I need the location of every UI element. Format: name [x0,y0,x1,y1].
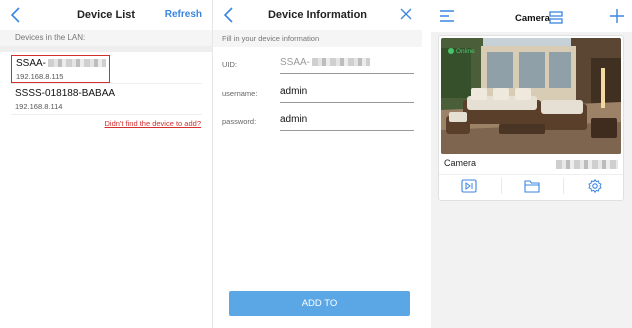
section-divider [0,46,212,52]
add-to-button[interactable]: ADD TO [229,291,410,316]
device-ip: 192.168.8.115 [16,72,64,81]
device-item-selected[interactable]: SSAA- 192.168.8.115 [11,55,110,83]
password-field[interactable]: admin [280,111,414,131]
device-name: SSSS-018188-BABAA [15,88,116,99]
page-title: Camera [515,13,550,24]
lan-section-label: Devices in the LAN: [0,30,212,46]
username-label: username: [222,89,258,98]
settings-icon[interactable] [587,179,603,193]
not-found-link[interactable]: Didn't find the device to add? [105,119,202,128]
device-info-panel: Device Information Fill in your device i… [213,0,422,328]
panel-divider [422,0,431,328]
device-ip: 192.168.8.114 [15,102,63,111]
uid-field[interactable]: SSAA- [280,54,414,74]
playback-icon[interactable] [461,179,477,193]
action-divider [563,178,564,194]
page-title: Device Information [267,9,368,21]
uid-row: UID: SSAA- [213,54,422,74]
camera-thumbnail[interactable]: Online [441,38,621,154]
menu-icon[interactable] [440,10,454,22]
redacted-uid [312,58,371,67]
device-name: SSAA- [16,58,107,69]
device-info-header: Device Information [213,0,422,30]
device-list-panel: Device List Refresh Devices in the LAN: … [0,0,212,328]
camera-card[interactable]: Online Camera [438,35,624,201]
status-badge: Online [448,48,475,55]
list-divider [11,114,202,115]
redacted-uid [556,160,618,169]
password-row: password: admin [213,111,422,131]
refresh-button[interactable]: Refresh [165,9,202,20]
camera-header: Camera [431,0,632,32]
list-divider [11,83,202,84]
fill-info-label: Fill in your device information [213,30,422,47]
camera-name: Camera [444,158,477,168]
uid-label: UID: [222,60,237,69]
password-label: password: [222,117,257,126]
online-dot-icon [448,48,454,54]
username-row: username: admin [213,83,422,103]
camera-panel: Camera Online Camera [431,0,632,328]
patio-image [441,38,621,154]
device-item[interactable]: SSSS-018188-BABAA 192.168.8.114 [11,86,201,114]
card-divider [439,174,623,175]
redacted-uid [48,59,107,68]
folder-icon[interactable] [524,179,540,193]
username-field[interactable]: admin [280,83,414,103]
plus-icon[interactable] [610,9,624,23]
camera-switch-icon[interactable] [549,11,563,24]
close-icon[interactable] [400,8,412,20]
action-divider [501,178,502,194]
device-list-header: Device List Refresh [0,0,212,30]
